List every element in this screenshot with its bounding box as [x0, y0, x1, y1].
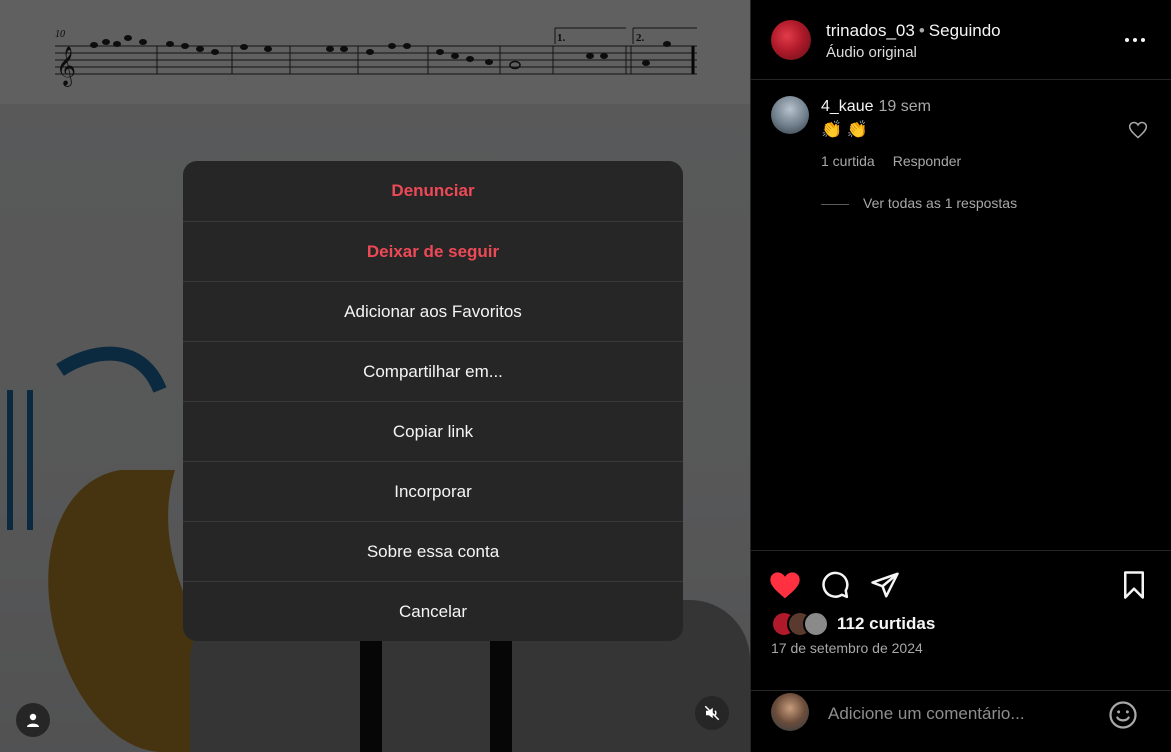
post-date[interactable]: 17 de setembro de 2024	[771, 640, 923, 656]
mute-button[interactable]	[695, 696, 729, 730]
original-audio-link[interactable]: Áudio original	[826, 44, 917, 61]
bookmark-icon	[1124, 571, 1144, 599]
current-user-avatar	[771, 693, 809, 731]
author-username[interactable]: trinados_03	[826, 21, 915, 40]
like-button[interactable]	[769, 569, 801, 601]
comment-input[interactable]	[826, 699, 1100, 729]
share-to-option[interactable]: Compartilhar em...	[183, 341, 683, 401]
emoji-icon	[1109, 701, 1137, 729]
comment-text: 👏 👏	[821, 120, 869, 139]
comment-like-button[interactable]	[1128, 120, 1148, 140]
post-actions: 112 curtidas 17 de setembro de 2024	[751, 550, 1171, 690]
comment-button[interactable]	[819, 569, 851, 601]
commenter-avatar[interactable]	[771, 96, 809, 134]
emoji-button[interactable]	[1108, 700, 1138, 730]
heart-icon	[770, 572, 800, 599]
comment-likes[interactable]: 1 curtida	[821, 153, 875, 169]
author-avatar[interactable]	[771, 20, 811, 60]
share-button[interactable]	[869, 569, 901, 601]
mute-icon	[704, 705, 720, 721]
save-button[interactable]	[1118, 569, 1150, 601]
liker-avatar	[803, 611, 829, 637]
copy-link-option[interactable]: Copiar link	[183, 401, 683, 461]
about-account-option[interactable]: Sobre essa conta	[183, 521, 683, 581]
add-comment-bar	[751, 690, 1171, 752]
share-icon	[871, 572, 899, 598]
following-button[interactable]: Seguindo	[929, 21, 1001, 40]
post-details-panel: trinados_03 • Seguindo Áudio original 4_ka…	[751, 0, 1171, 752]
view-replies-button[interactable]: Ver todas as 1 respostas	[821, 195, 1017, 211]
user-tag-icon	[27, 713, 39, 727]
report-option[interactable]: Denunciar	[183, 161, 683, 221]
user-tag-button[interactable]	[16, 703, 50, 737]
cancel-option[interactable]: Cancelar	[183, 581, 683, 641]
ellipsis-icon	[1125, 38, 1145, 42]
heart-outline-icon	[1128, 121, 1148, 139]
post-header: trinados_03 • Seguindo Áudio original	[751, 0, 1171, 80]
more-options-button[interactable]	[1123, 28, 1147, 52]
post-options-dialog: Denunciar Deixar de seguir Adicionar aos…	[183, 161, 683, 641]
add-to-favorites-option[interactable]: Adicionar aos Favoritos	[183, 281, 683, 341]
comment-time[interactable]: 19 sem	[879, 98, 931, 115]
reply-button[interactable]: Responder	[893, 153, 962, 169]
commenter-username[interactable]: 4_kaue	[821, 98, 874, 115]
unfollow-option[interactable]: Deixar de seguir	[183, 221, 683, 281]
likes-count[interactable]: 112 curtidas	[837, 614, 935, 634]
separator-dot: •	[918, 21, 925, 40]
comment-icon	[822, 571, 849, 599]
embed-option[interactable]: Incorporar	[183, 461, 683, 521]
